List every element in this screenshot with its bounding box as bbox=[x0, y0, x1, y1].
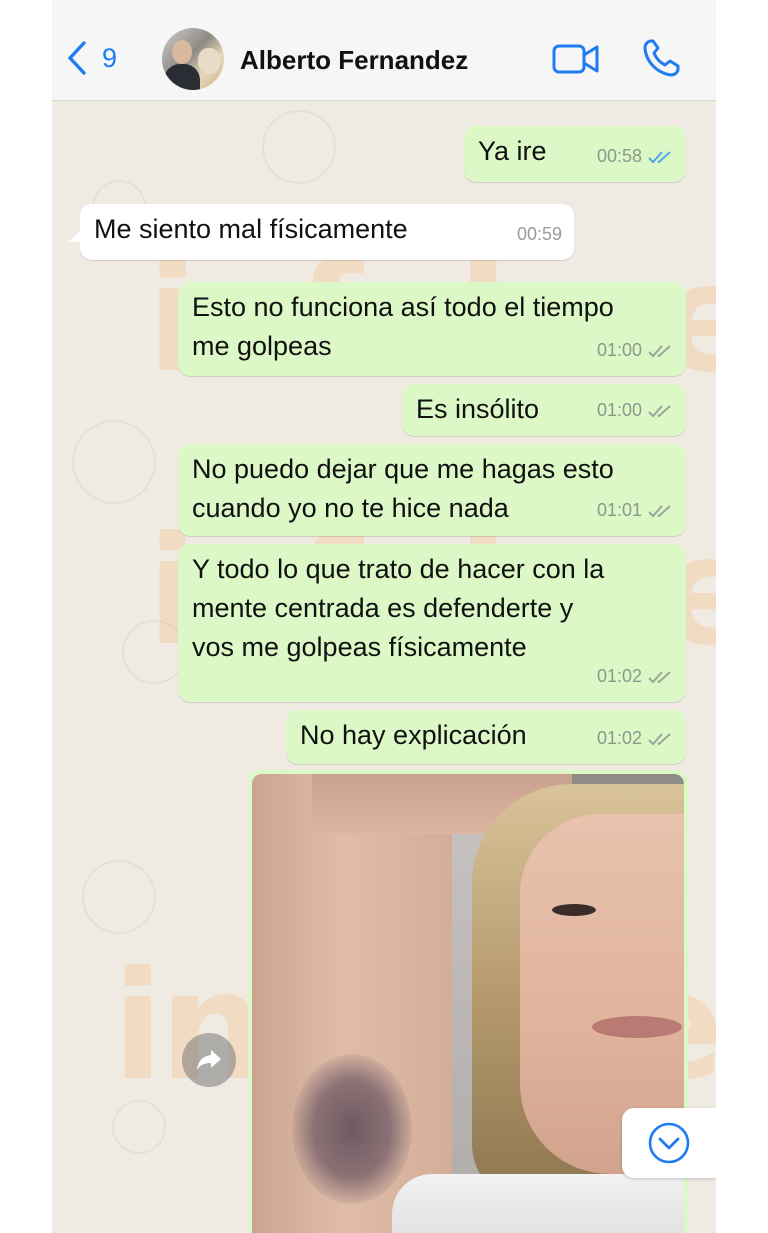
avatar[interactable] bbox=[162, 28, 224, 90]
scroll-to-bottom-button[interactable] bbox=[622, 1108, 716, 1178]
chevron-down-circle-icon bbox=[648, 1122, 690, 1164]
read-ticks-icon bbox=[648, 150, 671, 163]
message-time: 00:58 bbox=[596, 146, 642, 166]
delivered-ticks-icon bbox=[648, 732, 671, 745]
delivered-ticks-icon bbox=[648, 404, 671, 417]
message-bubble[interactable]: Y todo lo que trato de hacer con la ment… bbox=[178, 544, 686, 702]
unread-count: 9 bbox=[102, 42, 118, 73]
message-time: 00:59 bbox=[516, 224, 562, 244]
photo-image[interactable] bbox=[252, 774, 684, 1233]
message-meta: 01:02 bbox=[597, 719, 674, 758]
chevron-left-icon bbox=[68, 41, 86, 75]
message-text: Es insólito bbox=[416, 394, 540, 424]
message-time: 01:02 bbox=[596, 666, 642, 686]
back-button[interactable]: 9 bbox=[66, 40, 117, 76]
message-text: No puedo dejar que me hagas esto cuando … bbox=[192, 454, 614, 523]
message-text: Y todo lo que trato de hacer con la ment… bbox=[192, 554, 605, 662]
message-text: Esto no funciona así todo el tiempo me g… bbox=[192, 292, 614, 361]
message-bubble[interactable]: No hay explicación 01:02 bbox=[286, 710, 686, 764]
message-meta: 01:00 bbox=[597, 331, 674, 370]
chat-header: 9 Alberto Fernandez bbox=[52, 0, 716, 101]
chat-screen: infobae infobae infobae 9 Alberto Fernan… bbox=[52, 0, 716, 1233]
message-bubble[interactable]: Es insólito 01:00 bbox=[402, 384, 686, 436]
message-meta: 00:59 bbox=[517, 215, 562, 254]
forward-icon bbox=[197, 1050, 221, 1070]
message-meta: 01:02 bbox=[597, 657, 674, 696]
phone-call-icon[interactable] bbox=[642, 38, 680, 78]
message-text: Me siento mal físicamente bbox=[94, 214, 408, 244]
message-bubble[interactable]: No puedo dejar que me hagas esto cuando … bbox=[178, 444, 686, 536]
message-meta: 01:01 bbox=[597, 491, 674, 530]
forward-button[interactable] bbox=[182, 1033, 236, 1087]
message-meta: 00:58 bbox=[597, 137, 674, 176]
delivered-ticks-icon bbox=[648, 504, 671, 517]
message-time: 01:00 bbox=[596, 340, 642, 360]
message-bubble[interactable]: Ya ire 00:58 bbox=[464, 126, 686, 182]
video-call-icon[interactable] bbox=[552, 42, 600, 76]
delivered-ticks-icon bbox=[648, 344, 671, 357]
message-bubble[interactable]: Esto no funciona así todo el tiempo me g… bbox=[178, 282, 686, 376]
message-time: 01:02 bbox=[596, 728, 642, 748]
message-text: Ya ire bbox=[478, 136, 547, 166]
message-meta: 01:00 bbox=[597, 391, 674, 430]
delivered-ticks-icon bbox=[648, 670, 671, 683]
message-bubble[interactable]: Me siento mal físicamente 00:59 bbox=[68, 204, 574, 260]
contact-name[interactable]: Alberto Fernandez bbox=[240, 45, 468, 76]
message-text: No hay explicación bbox=[300, 720, 527, 750]
message-time: 01:00 bbox=[596, 400, 642, 420]
message-time: 01:01 bbox=[596, 500, 642, 520]
